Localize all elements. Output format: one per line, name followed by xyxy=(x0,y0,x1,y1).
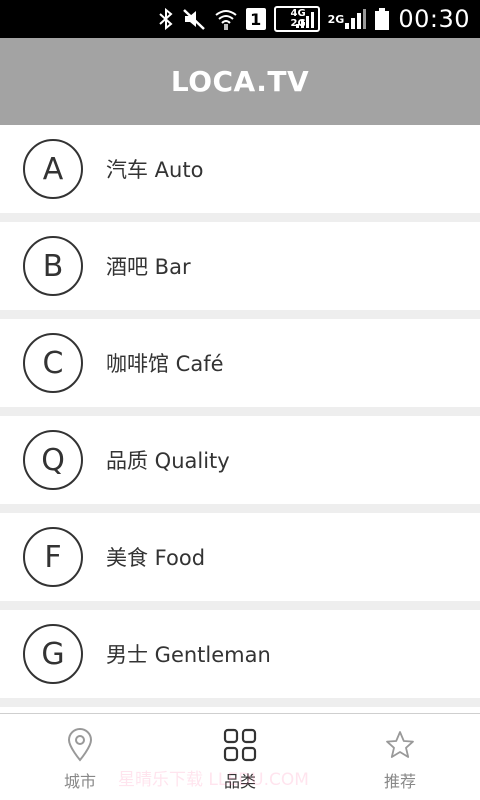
category-row-gentleman[interactable]: G 男士 Gentleman xyxy=(0,610,480,698)
category-row-auto[interactable]: A 汽车 Auto xyxy=(0,125,480,213)
location-pin-icon xyxy=(63,728,97,762)
category-label: 美食 Food xyxy=(106,546,206,570)
category-label: 男士 Gentleman xyxy=(106,643,271,667)
letter-badge: Q xyxy=(23,430,83,490)
mute-icon xyxy=(182,6,206,32)
category-list: A 汽车 Auto B 酒吧 Bar C 咖啡馆 Café Q 品质 Quali… xyxy=(0,125,480,713)
wifi-icon xyxy=(214,6,238,32)
category-row-bar[interactable]: B 酒吧 Bar xyxy=(0,222,480,310)
grid-icon xyxy=(223,728,257,762)
sim-label: 1 xyxy=(250,9,262,29)
status-time: 00:30 xyxy=(398,5,470,33)
letter-badge: G xyxy=(23,624,83,684)
app-header: LOCA.TV xyxy=(0,38,480,125)
category-label: 品质 Quality xyxy=(106,449,230,473)
nav-tab-category[interactable]: 品类 xyxy=(160,714,320,800)
network-4g-2g-icon: 4G 2G xyxy=(273,6,320,32)
page-title: LOCA.TV xyxy=(170,65,310,98)
signal-icon: 2G xyxy=(328,6,367,32)
nav-tab-recommend[interactable]: 推荐 xyxy=(320,714,480,800)
letter-badge: F xyxy=(23,527,83,587)
category-label: 咖啡馆 Café xyxy=(106,352,224,376)
bottom-nav: 城市 品类 推荐 xyxy=(0,713,480,800)
category-row-food[interactable]: F 美食 Food xyxy=(0,513,480,601)
nav-tab-city[interactable]: 城市 xyxy=(0,714,160,800)
letter-badge: C xyxy=(23,333,83,393)
status-bar: 1 4G 2G 2G 00:30 xyxy=(0,0,480,38)
sim-icon: 1 xyxy=(245,8,266,30)
category-label: 酒吧 Bar xyxy=(106,255,191,279)
category-row-quality[interactable]: Q 品质 Quality xyxy=(0,416,480,504)
letter-badge: B xyxy=(23,236,83,296)
network-2-label: 2G xyxy=(327,12,345,26)
letter-badge: A xyxy=(23,139,83,199)
battery-icon xyxy=(374,6,390,32)
nav-label-city: 城市 xyxy=(63,772,96,791)
category-row-cafe[interactable]: C 咖啡馆 Café xyxy=(0,319,480,407)
nav-label-recommend: 推荐 xyxy=(383,772,416,791)
nav-label-category: 品类 xyxy=(223,772,256,791)
category-label: 汽车 Auto xyxy=(106,158,204,182)
star-icon xyxy=(383,728,417,762)
bluetooth-icon xyxy=(158,6,174,32)
